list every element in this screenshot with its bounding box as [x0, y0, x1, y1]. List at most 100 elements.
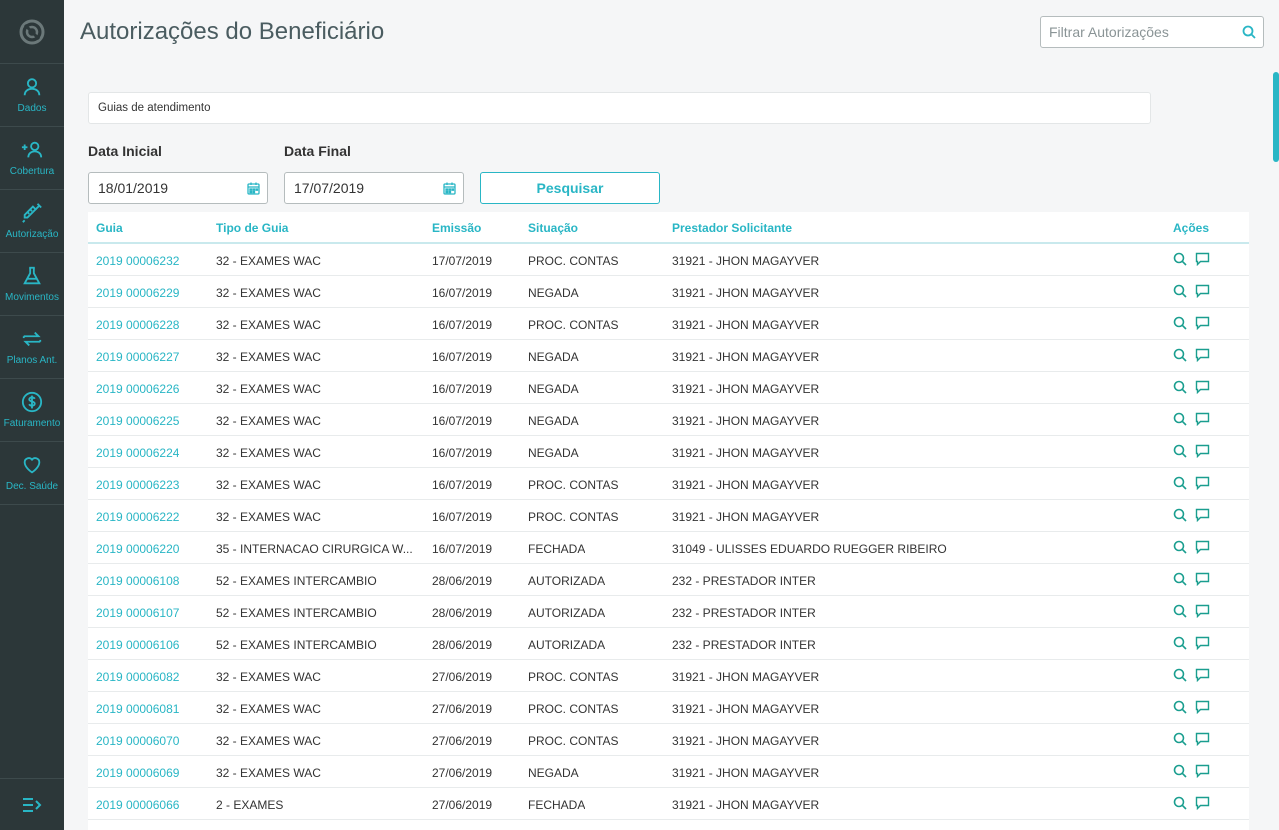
guia-link[interactable]: 2019 00006225 — [96, 414, 179, 428]
guia-link[interactable]: 2019 00006232 — [96, 254, 179, 268]
comment-icon[interactable] — [1195, 284, 1210, 303]
view-details-icon[interactable] — [1173, 316, 1187, 335]
comment-icon[interactable] — [1195, 604, 1210, 623]
guia-link[interactable]: 2019 00006228 — [96, 318, 179, 332]
view-details-icon[interactable] — [1173, 252, 1187, 271]
view-details-icon[interactable] — [1173, 636, 1187, 655]
table-row: 2019 00006082 32 - EXAMES WAC 27/06/2019… — [88, 660, 1249, 692]
guia-link[interactable]: 2019 00006066 — [96, 798, 179, 812]
prestador-cell: 31921 - JHON MAGAYVER — [672, 318, 820, 332]
guia-link[interactable]: 2019 00006222 — [96, 510, 179, 524]
comment-icon[interactable] — [1195, 700, 1210, 719]
data-inicial-field[interactable]: 18/01/2019 — [88, 172, 268, 204]
guia-link[interactable]: 2019 00006224 — [96, 446, 179, 460]
data-final-field[interactable]: 17/07/2019 — [284, 172, 464, 204]
col-header-emissao[interactable]: Emissão — [432, 221, 481, 235]
guia-link[interactable]: 2019 00006223 — [96, 478, 179, 492]
view-details-icon[interactable] — [1173, 412, 1187, 431]
view-details-icon[interactable] — [1173, 668, 1187, 687]
sidebar-item-faturamento[interactable]: Faturamento — [0, 379, 64, 442]
comment-icon[interactable] — [1195, 348, 1210, 367]
data-inicial-label: Data Inicial — [88, 143, 162, 159]
comment-icon[interactable] — [1195, 572, 1210, 591]
view-details-icon[interactable] — [1173, 476, 1187, 495]
view-details-icon[interactable] — [1173, 700, 1187, 719]
syringe-icon — [22, 203, 42, 223]
guia-link[interactable]: 2019 00006108 — [96, 574, 179, 588]
view-details-icon[interactable] — [1173, 444, 1187, 463]
calendar-icon[interactable] — [435, 182, 463, 195]
comment-icon[interactable] — [1195, 764, 1210, 783]
view-details-icon[interactable] — [1173, 796, 1187, 815]
col-header-acoes: Ações — [1173, 221, 1210, 235]
comment-icon[interactable] — [1195, 476, 1210, 495]
page-title: Autorizações do Beneficiário — [80, 18, 385, 45]
comment-icon[interactable] — [1195, 444, 1210, 463]
comment-icon[interactable] — [1195, 412, 1210, 431]
table-row: 2019 00006108 52 - EXAMES INTERCAMBIO 28… — [88, 564, 1249, 596]
comment-icon[interactable] — [1195, 796, 1210, 815]
data-final-value[interactable]: 17/07/2019 — [285, 180, 435, 196]
comment-icon[interactable] — [1195, 732, 1210, 751]
dollar-icon — [21, 391, 43, 413]
table-row: 2019 00006227 32 - EXAMES WAC 16/07/2019… — [88, 340, 1249, 372]
view-details-icon[interactable] — [1173, 380, 1187, 399]
collapse-menu-button[interactable] — [0, 778, 64, 830]
sidebar-item-dados[interactable]: Dados — [0, 64, 64, 127]
view-details-icon[interactable] — [1173, 764, 1187, 783]
sidebar-item-dec-saude[interactable]: Dec. Saúde — [0, 442, 64, 505]
comment-icon[interactable] — [1195, 380, 1210, 399]
app-logo[interactable] — [0, 0, 64, 64]
view-details-icon[interactable] — [1173, 604, 1187, 623]
guia-link[interactable]: 2019 00006069 — [96, 766, 179, 780]
comment-icon[interactable] — [1195, 636, 1210, 655]
situacao-cell: FECHADA — [528, 798, 586, 812]
comment-icon[interactable] — [1195, 508, 1210, 527]
situacao-cell: PROC. CONTAS — [528, 734, 619, 748]
comment-icon[interactable] — [1195, 540, 1210, 559]
tipo-guia-cell: 2 - EXAMES — [216, 798, 284, 812]
prestador-cell: 31921 - JHON MAGAYVER — [672, 766, 820, 780]
guia-link[interactable]: 2019 00006229 — [96, 286, 179, 300]
filter-input[interactable] — [1041, 18, 1235, 46]
guia-link[interactable]: 2019 00006220 — [96, 542, 179, 556]
situacao-cell: PROC. CONTAS — [528, 510, 619, 524]
guia-link[interactable]: 2019 00006227 — [96, 350, 179, 364]
view-details-icon[interactable] — [1173, 540, 1187, 559]
scrollbar-thumb[interactable] — [1273, 72, 1279, 162]
comment-icon[interactable] — [1195, 316, 1210, 335]
col-header-prestador[interactable]: Prestador Solicitante — [672, 221, 792, 235]
emissao-cell: 27/06/2019 — [432, 670, 493, 684]
data-inicial-value[interactable]: 18/01/2019 — [89, 180, 239, 196]
tipo-guia-cell: 32 - EXAMES WAC — [216, 446, 321, 460]
view-details-icon[interactable] — [1173, 508, 1187, 527]
calendar-icon[interactable] — [239, 182, 267, 195]
prestador-cell: 31921 - JHON MAGAYVER — [672, 254, 820, 268]
search-icon[interactable] — [1235, 25, 1263, 39]
table-row: 2019 00006229 32 - EXAMES WAC 16/07/2019… — [88, 276, 1249, 308]
view-details-icon[interactable] — [1173, 284, 1187, 303]
prestador-cell: 31921 - JHON MAGAYVER — [672, 286, 820, 300]
pesquisar-button[interactable]: Pesquisar — [480, 172, 660, 204]
comment-icon[interactable] — [1195, 668, 1210, 687]
sidebar-item-movimentos[interactable]: Movimentos — [0, 253, 64, 316]
guias-type-select[interactable]: Guias de atendimento — [88, 92, 1151, 124]
guia-link[interactable]: 2019 00006226 — [96, 382, 179, 396]
view-details-icon[interactable] — [1173, 732, 1187, 751]
guia-link[interactable]: 2019 00006082 — [96, 670, 179, 684]
guia-link[interactable]: 2019 00006106 — [96, 638, 179, 652]
filter-authorizations[interactable] — [1040, 16, 1264, 48]
guia-link[interactable]: 2019 00006081 — [96, 702, 179, 716]
sidebar-item-cobertura[interactable]: Cobertura — [0, 127, 64, 190]
col-header-situacao[interactable]: Situação — [528, 221, 578, 235]
col-header-guia[interactable]: Guia — [96, 221, 123, 235]
guia-link[interactable]: 2019 00006070 — [96, 734, 179, 748]
tipo-guia-cell: 32 - EXAMES WAC — [216, 414, 321, 428]
col-header-tipo-guia[interactable]: Tipo de Guia — [216, 221, 288, 235]
guia-link[interactable]: 2019 00006107 — [96, 606, 179, 620]
comment-icon[interactable] — [1195, 252, 1210, 271]
sidebar-item-autorizacao[interactable]: Autorização — [0, 190, 64, 253]
view-details-icon[interactable] — [1173, 572, 1187, 591]
view-details-icon[interactable] — [1173, 348, 1187, 367]
sidebar-item-planos-ant[interactable]: Planos Ant. — [0, 316, 64, 379]
